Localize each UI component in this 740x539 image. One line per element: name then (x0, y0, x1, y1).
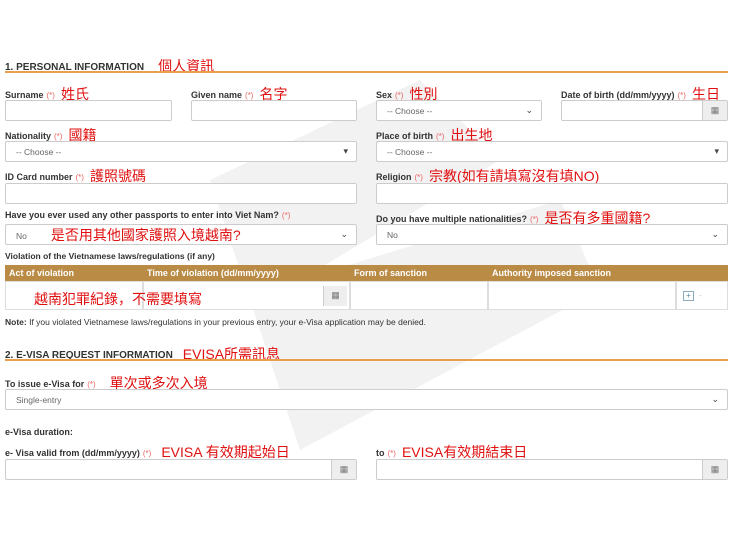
other-passports-select[interactable]: No 是否用其他國家護照入境越南? ⌄ (5, 224, 357, 245)
column-header-act: Act of violation (5, 265, 143, 281)
note-text: Note: If you violated Vietnamese laws/re… (5, 317, 426, 327)
dob-input[interactable]: ▦ (561, 100, 728, 121)
column-header-form: Form of sanction (350, 265, 488, 281)
religion-input[interactable] (376, 183, 728, 204)
violation-annotation: 越南犯罪紀錄，不需要填寫 (34, 291, 202, 307)
chevron-down-icon: ⌄ (711, 394, 719, 404)
sex-select[interactable]: -- Choose -- ⌄ (376, 100, 542, 121)
calendar-icon[interactable]: ▦ (331, 460, 356, 479)
caret-down-icon: ▾ (343, 146, 348, 156)
valid-from-input[interactable]: ▦ (5, 459, 357, 480)
add-row-button[interactable]: + (683, 291, 694, 301)
column-header-time: Time of violation (dd/mm/yyyy) (143, 265, 350, 281)
section-evisa-title: 2. E-VISA REQUEST INFORMATION EVISA所需訊息 (5, 346, 281, 362)
caret-down-icon: ▾ (714, 146, 719, 156)
other-passports-label: Have you ever used any other passports t… (5, 210, 291, 220)
duration-label: e-Visa duration: (5, 427, 73, 437)
section-divider (5, 71, 728, 73)
place-of-birth-select[interactable]: -- Choose -- ▾ (376, 141, 728, 162)
violation-label: Violation of the Vietnamese laws/regulat… (5, 251, 215, 261)
section-divider (5, 359, 728, 361)
form-of-sanction-input[interactable] (350, 281, 488, 310)
authority-input[interactable] (488, 281, 676, 310)
section-personal-title: 1. PERSONAL INFORMATION 個人資訊 (5, 58, 215, 74)
chevron-down-icon: ⌄ (340, 229, 348, 239)
surname-input[interactable] (5, 100, 172, 121)
remove-row-button[interactable]: - (696, 291, 705, 301)
calendar-icon[interactable]: ▦ (702, 101, 727, 120)
calendar-icon[interactable]: ▦ (323, 286, 347, 306)
row-actions: + - (676, 281, 728, 310)
id-card-input[interactable] (5, 183, 357, 204)
calendar-icon[interactable]: ▦ (702, 460, 727, 479)
chevron-down-icon: ⌄ (711, 229, 719, 239)
valid-to-input[interactable]: ▦ (376, 459, 728, 480)
chevron-down-icon: ⌄ (525, 105, 533, 115)
issue-for-select[interactable]: Single-entry ⌄ (5, 389, 728, 410)
column-header-authority: Authority imposed sanction (488, 265, 728, 281)
multi-nationality-select[interactable]: No ⌄ (376, 224, 728, 245)
nationality-select[interactable]: -- Choose -- ▾ (5, 141, 357, 162)
given-name-input[interactable] (191, 100, 357, 121)
